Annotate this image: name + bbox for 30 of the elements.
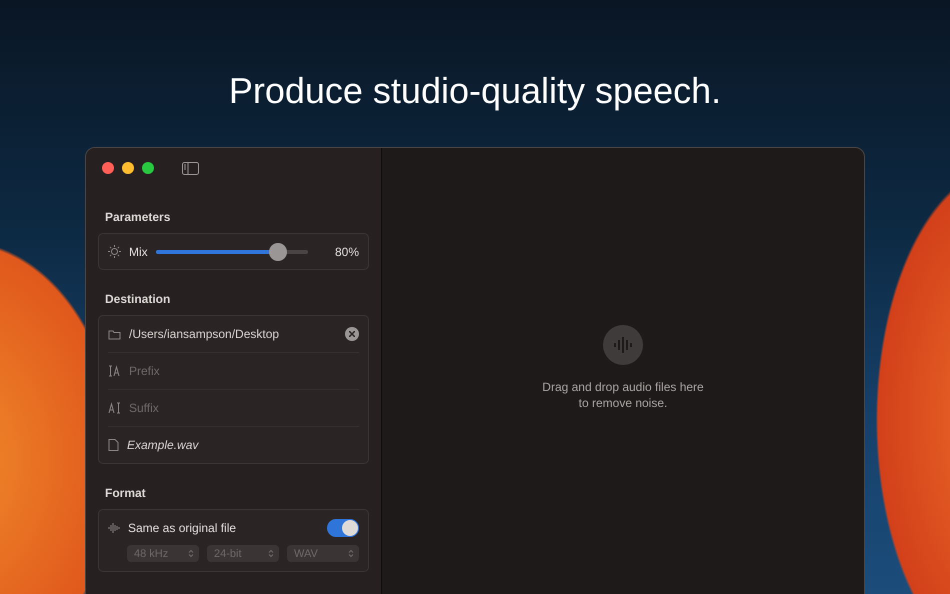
drop-hint: Drag and drop audio files here to remove noise. bbox=[541, 379, 705, 411]
text-field[interactable]: /Users/iansampson/Desktop bbox=[129, 327, 337, 341]
text-field[interactable]: Suffix bbox=[129, 401, 359, 415]
chevron-icon bbox=[348, 549, 354, 558]
close-icon bbox=[349, 331, 355, 337]
sun-icon bbox=[108, 245, 121, 258]
text-field[interactable]: Prefix bbox=[129, 364, 359, 378]
document-icon bbox=[108, 439, 119, 451]
section-title: Destination bbox=[105, 292, 172, 306]
zoom-button[interactable] bbox=[142, 162, 154, 174]
slider-thumb[interactable] bbox=[268, 242, 287, 260]
minimize-button[interactable] bbox=[122, 162, 134, 174]
close-button[interactable] bbox=[102, 162, 114, 174]
filename-preview: Example.wav bbox=[127, 438, 200, 452]
chevron-icon bbox=[188, 549, 194, 558]
toggle-label: Same as original file bbox=[128, 520, 236, 534]
clear-button[interactable] bbox=[345, 327, 359, 341]
slider-value: 80% bbox=[334, 244, 359, 258]
sidebar-toggle-icon[interactable] bbox=[182, 162, 199, 174]
waveform-icon bbox=[108, 522, 120, 534]
toggle-switch[interactable] bbox=[327, 518, 359, 536]
section-title: Parameters bbox=[105, 210, 172, 224]
headline: Produce studio-quality speech. bbox=[228, 69, 722, 113]
waveform-icon bbox=[603, 325, 643, 365]
text-cursor-icon bbox=[108, 402, 121, 414]
section-title: Format bbox=[105, 486, 147, 500]
text-cursor-icon bbox=[108, 365, 121, 377]
chevron-icon bbox=[268, 549, 274, 558]
folder-icon bbox=[108, 328, 121, 340]
slider-label: Mix bbox=[129, 244, 148, 258]
